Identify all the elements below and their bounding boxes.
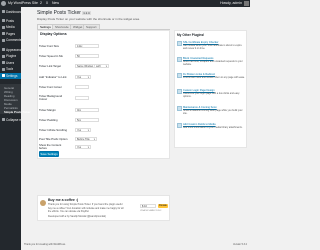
plugin-description: Customize your login page with a few cli…	[183, 92, 240, 99]
plugin-description: Find broken links and redirect them to a…	[183, 76, 245, 79]
padding-input[interactable]: 5px	[75, 117, 99, 122]
font-size-input[interactable]: 14px	[75, 43, 99, 48]
margin-input[interactable]: 0px	[75, 107, 99, 112]
users-icon	[1, 61, 5, 65]
indicator-select[interactable]: Yes ▾	[75, 74, 91, 79]
plugin-description: Show a beautiful coming soon page while …	[183, 109, 243, 116]
media-icon	[1, 25, 5, 29]
chevron-down-icon: ▾	[93, 137, 95, 141]
title-prefix-select[interactable]: Before Title ▾	[75, 136, 97, 141]
wordpress-logo-icon[interactable]	[1, 1, 6, 6]
admin-menu: Dashboard Posts Media Pages Comments App…	[0, 7, 31, 250]
settings-icon	[1, 74, 5, 78]
page-title: Simple Posts Ticker 1.1.4	[37, 10, 91, 16]
chevron-down-icon: ▾	[87, 145, 89, 149]
developer-credit: Developed with ♥ by Sandip Mondal (@sand…	[48, 215, 106, 218]
speed-input[interactable]: 50	[75, 53, 99, 58]
donate-heading: Buy me a coffee :)	[48, 198, 79, 202]
collapse-icon	[1, 118, 5, 122]
plugin-thumbnail-icon	[177, 41, 182, 46]
settings-form: Ticker Font Size 14px Ticker Speed in Ms…	[39, 43, 109, 151]
link-target-select[interactable]: Same Window (_self) ▾	[75, 63, 109, 68]
donate-button[interactable]: Donate	[158, 204, 168, 208]
menu-item-settings[interactable]: Settings	[0, 73, 21, 79]
donate-text-line: the efforts. You can donate via PayPal.	[48, 210, 90, 213]
plugin-thumbnail-icon	[177, 73, 182, 78]
plugin-thumbnail-icon	[177, 106, 182, 111]
menu-item-posts[interactable]: Posts	[0, 18, 21, 24]
save-settings-button[interactable]: Save Settings	[39, 151, 59, 157]
comments-icon	[1, 38, 5, 42]
plugin-thumbnail-icon	[177, 123, 182, 128]
font-colour-picker[interactable]	[75, 84, 89, 89]
menu-item-pages[interactable]: Pages	[0, 31, 21, 37]
avatar[interactable]	[244, 1, 249, 6]
menu-item-media[interactable]: Media	[0, 25, 21, 31]
menu-item-tools[interactable]: Tools	[0, 67, 21, 73]
background-colour-picker[interactable]	[75, 95, 89, 100]
payment-cards: VISA MC AMEX DISC	[140, 210, 162, 212]
new-content-link[interactable]: New	[52, 1, 59, 6]
plugins-icon	[1, 54, 5, 58]
dashboard-icon	[1, 10, 5, 14]
admin-bar: My WordPress Site 2 0 New Howdy, admin	[0, 0, 250, 7]
coffee-cup-icon	[40, 200, 46, 206]
menu-item-users[interactable]: Users	[0, 60, 21, 66]
updates-count[interactable]: 2	[40, 1, 42, 6]
site-name-link[interactable]: My WordPress Site	[8, 1, 38, 6]
page-subtitle: Display Posts Ticker on your website wit…	[37, 17, 140, 21]
infinite-scrolling-select[interactable]: Yes ▾	[75, 127, 91, 132]
chevron-down-icon: ▾	[87, 128, 89, 132]
plugin-description: Get notified when your SSL certificate i…	[183, 44, 242, 51]
submenu-simple-posts-ticker[interactable]: Simple Posts Ticker	[4, 110, 31, 114]
settings-submenu: General Writing Reading Discussion Media…	[0, 84, 31, 114]
other-plugins-heading: My Other Plugins!	[177, 33, 205, 37]
user-greeting[interactable]: Howdy, admin	[220, 1, 242, 6]
chevron-down-icon: ▾	[87, 75, 89, 79]
plugin-thumbnail-icon	[177, 89, 182, 94]
menu-item-comments[interactable]: Comments	[0, 38, 21, 44]
plugin-description: Add more information to your media libra…	[183, 126, 243, 129]
pages-icon	[1, 32, 5, 36]
collapse-menu-button[interactable]: Collapse menu	[0, 117, 21, 123]
chevron-down-icon: ▾	[105, 64, 107, 68]
donation-amount-select[interactable]: $ 10	[140, 204, 156, 208]
menu-item-plugins[interactable]: Plugins	[0, 54, 21, 60]
appearance-icon	[1, 48, 5, 52]
menu-item-dashboard[interactable]: Dashboard	[0, 9, 21, 15]
posts-icon	[1, 19, 5, 23]
content-before-select[interactable]: Yes ▾	[75, 144, 91, 149]
comments-count[interactable]: 0	[46, 1, 48, 6]
tools-icon	[1, 67, 5, 71]
plugin-thumbnail-icon	[177, 57, 182, 62]
footer-version: Version 5.3.2	[233, 243, 247, 246]
version-badge: 1.1.4	[82, 11, 91, 15]
plugin-description: Block bad bots, scrapers and unwanted re…	[183, 60, 243, 67]
menu-item-appearance[interactable]: Appearance	[0, 47, 21, 53]
footer-thanks: Thank you for creating with WordPress.	[24, 243, 66, 246]
